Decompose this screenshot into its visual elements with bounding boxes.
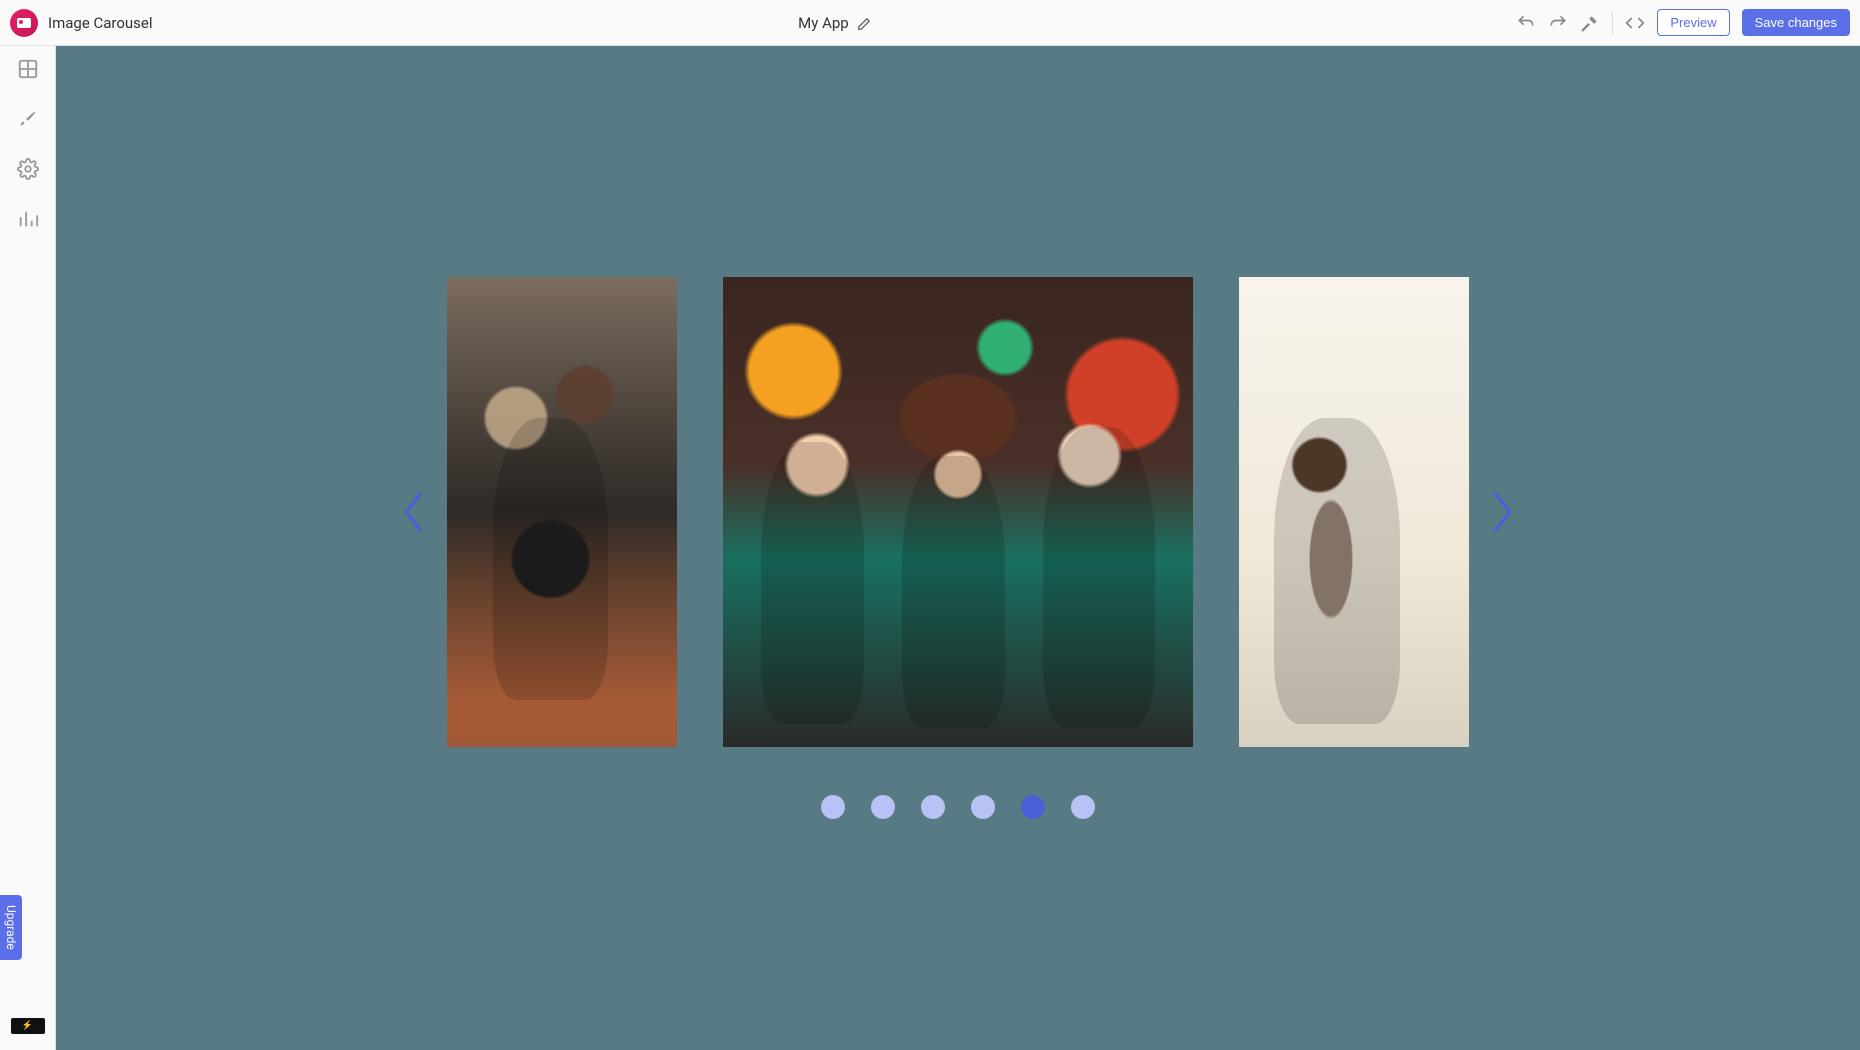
layout-icon[interactable] — [17, 58, 39, 80]
carousel-slide-prev[interactable] — [447, 277, 677, 747]
pencil-icon[interactable] — [857, 16, 871, 30]
analytics-icon[interactable] — [17, 208, 39, 230]
app-logo[interactable] — [10, 9, 38, 37]
divider — [1612, 12, 1613, 34]
carousel-pagination — [821, 795, 1095, 819]
top-bar-center: My App — [153, 14, 1517, 32]
carousel-dot-6[interactable] — [1071, 795, 1095, 819]
brush-icon[interactable] — [17, 108, 39, 130]
carousel-dot-5[interactable] — [1021, 795, 1045, 819]
powr-logo-icon[interactable]: ⚡ — [11, 1018, 45, 1034]
carousel-dot-2[interactable] — [871, 795, 895, 819]
canvas — [56, 46, 1860, 1050]
carousel-slides — [447, 277, 1469, 747]
image-carousel — [56, 277, 1860, 747]
chevron-right-icon[interactable] — [1489, 490, 1517, 534]
undo-icon[interactable] — [1516, 13, 1536, 33]
save-button[interactable]: Save changes — [1742, 9, 1850, 36]
redo-icon[interactable] — [1548, 13, 1568, 33]
preview-button[interactable]: Preview — [1657, 9, 1729, 36]
carousel-dot-3[interactable] — [921, 795, 945, 819]
chevron-left-icon[interactable] — [399, 490, 427, 534]
code-icon[interactable] — [1625, 13, 1645, 33]
left-rail: Upgrade ⚡ — [0, 46, 56, 1050]
carousel-dot-4[interactable] — [971, 795, 995, 819]
carousel-slide-current[interactable] — [723, 277, 1193, 747]
top-bar-right: Preview Save changes — [1516, 9, 1850, 36]
carousel-dot-1[interactable] — [821, 795, 845, 819]
gavel-icon[interactable] — [1580, 13, 1600, 33]
app-name-label: My App — [798, 14, 849, 32]
upgrade-button[interactable]: Upgrade — [0, 895, 22, 960]
main-area: Upgrade ⚡ — [0, 46, 1860, 1050]
top-bar: Image Carousel My App Preview Save chang… — [0, 0, 1860, 46]
page-title: Image Carousel — [48, 14, 153, 32]
carousel-slide-next[interactable] — [1239, 277, 1469, 747]
top-bar-left: Image Carousel — [10, 9, 153, 37]
gear-icon[interactable] — [17, 158, 39, 180]
